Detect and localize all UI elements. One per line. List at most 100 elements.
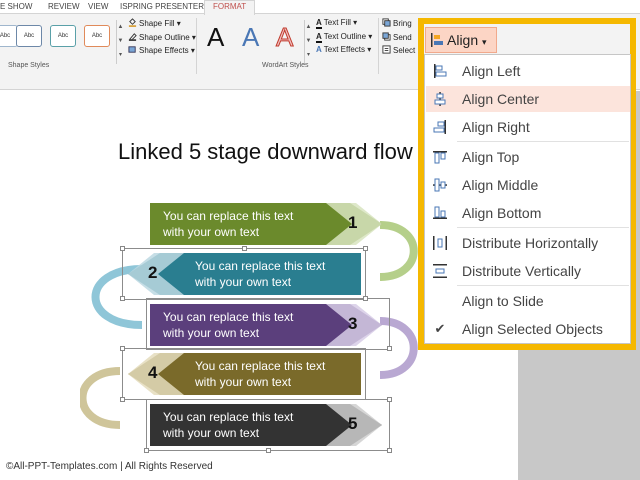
resize-handle[interactable]: [120, 397, 125, 402]
shape-outline-button[interactable]: Shape Outline ▾: [128, 32, 196, 43]
text-fill-icon: A: [316, 18, 322, 29]
distribute-vertically-icon: [433, 264, 447, 278]
menu-item-label: Distribute Horizontally: [462, 235, 599, 251]
menu-separator: [457, 227, 629, 228]
shape-styles-scroll[interactable]: ▲ ▼ ▾: [116, 20, 124, 64]
selection-pane-button[interactable]: Select: [382, 45, 415, 56]
shape-style-sample[interactable]: Abc: [50, 25, 76, 47]
shape-style-sample[interactable]: Abc: [84, 25, 110, 47]
align-icon: [431, 33, 443, 47]
selection-frame[interactable]: [146, 298, 390, 350]
wordart-style-blue[interactable]: A: [242, 22, 259, 52]
send-label: Send: [393, 33, 412, 42]
resize-handle[interactable]: [387, 346, 392, 351]
align-right-icon: [433, 120, 446, 134]
checkmark-icon: ✔: [434, 321, 446, 336]
align-button-label: Align: [447, 32, 479, 48]
slide-title[interactable]: Linked 5 stage downward flow: [118, 139, 413, 165]
menu-item-label: Distribute Vertically: [462, 263, 582, 279]
align-top-icon: [433, 151, 447, 164]
stage-1-text-line2: with your own text: [163, 225, 260, 239]
text-fill-label: Text Fill: [323, 18, 351, 27]
tab-view[interactable]: VIEW: [88, 1, 108, 14]
menu-separator: [457, 141, 629, 142]
selection-frame[interactable]: [122, 348, 366, 400]
menu-item-label: Align to Slide: [462, 293, 544, 309]
resize-handle[interactable]: [242, 246, 247, 251]
shape-effects-label: Shape Effects: [139, 46, 189, 55]
bring-forward-button[interactable]: Bring: [382, 18, 412, 29]
wordart-style-outline[interactable]: A: [275, 22, 293, 53]
selection-frame[interactable]: [146, 399, 390, 451]
paint-bucket-icon: [128, 18, 137, 27]
menu-item-label: Align Selected Objects: [462, 321, 603, 337]
align-bottom-icon: [433, 206, 447, 219]
shape-outline-label: Shape Outline: [139, 33, 190, 42]
chevron-down-icon: ▾: [482, 37, 487, 47]
wordart-scroll[interactable]: ▲ ▼ ▾: [304, 20, 312, 64]
distribute-horizontally-icon: [433, 236, 447, 250]
shape-effects-icon: [128, 46, 136, 53]
shape-styles-group-label: Shape Styles: [8, 62, 50, 69]
send-backward-icon: [382, 32, 391, 41]
tab-format[interactable]: FORMAT: [204, 0, 256, 15]
tab-review[interactable]: REVIEW: [48, 1, 80, 14]
text-effects-label: Text Effects: [323, 45, 365, 54]
menu-item-label: Align Right: [462, 119, 530, 135]
menu-item-label: Align Top: [462, 149, 520, 165]
resize-handle[interactable]: [363, 246, 368, 251]
text-effects-icon: A: [316, 45, 322, 54]
align-center-icon: [434, 92, 446, 106]
menu-item-label: Align Middle: [462, 177, 539, 193]
menu-item-align-center[interactable]: Align Center: [426, 86, 630, 112]
tab-slide-show[interactable]: E SHOW: [0, 1, 32, 14]
connector-1-2: [379, 221, 418, 281]
text-fill-button[interactable]: A Text Fill ▾: [316, 18, 357, 29]
text-effects-button[interactable]: A Text Effects ▾: [316, 45, 371, 55]
text-outline-label: Text Outline: [323, 32, 367, 41]
resize-handle[interactable]: [387, 397, 392, 402]
resize-handle[interactable]: [363, 296, 368, 301]
shape-effects-button[interactable]: Shape Effects ▾: [128, 45, 195, 56]
menu-item-align-bottom[interactable]: Align Bottom: [426, 200, 630, 226]
stage-1-shape[interactable]: You can replace this text with your own …: [150, 203, 382, 245]
send-backward-button[interactable]: Send: [382, 32, 412, 43]
selection-frame[interactable]: [122, 248, 366, 300]
resize-handle[interactable]: [120, 346, 125, 351]
menu-item-align-selected-objects[interactable]: ✔ Align Selected Objects: [426, 316, 630, 342]
pencil-icon: [128, 33, 137, 41]
menu-item-align-middle[interactable]: Align Middle: [426, 172, 630, 198]
resize-handle[interactable]: [387, 448, 392, 453]
shape-style-sample[interactable]: Abc: [16, 25, 42, 47]
bring-label: Bring: [393, 19, 412, 28]
resize-handle[interactable]: [144, 448, 149, 453]
ribbon-divider: [378, 18, 379, 74]
align-middle-icon: [433, 178, 447, 192]
menu-item-distribute-vertically[interactable]: Distribute Vertically: [426, 258, 630, 284]
stage-1-text-line1: You can replace this text: [163, 209, 294, 223]
menu-item-align-to-slide[interactable]: Align to Slide: [426, 288, 630, 314]
shape-fill-button[interactable]: Shape Fill ▾: [128, 18, 181, 29]
menu-item-align-top[interactable]: Align Top: [426, 144, 630, 170]
text-outline-button[interactable]: A Text Outline ▾: [316, 32, 372, 43]
bring-forward-icon: [382, 18, 391, 27]
wordart-style-black[interactable]: A: [207, 22, 224, 52]
menu-item-distribute-horizontally[interactable]: Distribute Horizontally: [426, 230, 630, 256]
tab-ispring[interactable]: ISPRING PRESENTER 7: [120, 1, 211, 14]
wordart-group-label: WordArt Styles: [262, 62, 309, 69]
menu-item-align-left[interactable]: Align Left: [426, 58, 630, 84]
ribbon-divider: [196, 18, 197, 74]
stage-1-number: 1: [348, 213, 358, 232]
select-label: Select: [393, 46, 416, 55]
slide-footer: ©All-PPT-Templates.com | All Rights Rese…: [6, 461, 213, 472]
align-button[interactable]: Align ▾: [425, 27, 497, 53]
align-menu: Align Left Align Center Align Right Alig…: [424, 54, 631, 344]
resize-handle[interactable]: [120, 296, 125, 301]
menu-item-align-right[interactable]: Align Right: [426, 114, 630, 140]
menu-item-label: Align Bottom: [462, 205, 542, 221]
selection-pane-icon: [382, 45, 391, 54]
resize-handle[interactable]: [266, 448, 271, 453]
resize-handle[interactable]: [120, 246, 125, 251]
menu-item-label: Align Center: [462, 91, 540, 107]
connector-4-5: [80, 367, 121, 429]
